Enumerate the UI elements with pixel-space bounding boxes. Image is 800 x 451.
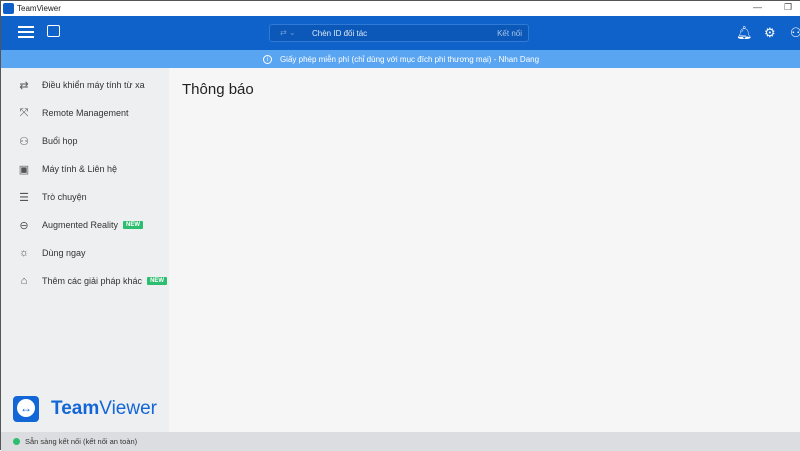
sidebar-item-label: Máy tính & Liên hệ [42, 164, 118, 174]
sidebar-item-label: Remote Management [42, 108, 129, 118]
status-indicator-icon [13, 438, 20, 445]
menu-icon[interactable] [18, 26, 34, 38]
connect-button[interactable]: Kết nối [497, 29, 522, 38]
expand-icon: ⤧ [19, 106, 29, 119]
gear-icon[interactable]: ⚙ [764, 25, 776, 41]
brand-bold: Team [51, 398, 100, 419]
connection-mode-icon[interactable]: ⇄ ⌄ [280, 28, 296, 37]
teamviewer-logo-icon [13, 396, 39, 422]
sidebar: ⇄ Điều khiển máy tính từ xa ⤧ Remote Manag… [1, 68, 169, 432]
sidebar-item-remote-management[interactable]: ⤧ Remote Management [1, 103, 169, 123]
partner-id-placeholder: Chèn ID đối tác [312, 29, 368, 38]
sidebar-item-augmented-reality[interactable]: ⊖ Augmented Reality NEW [1, 215, 169, 235]
new-badge: NEW [123, 221, 144, 229]
page-title: Thông báo [182, 81, 254, 98]
sidebar-item-chat[interactable]: ☰ Trò chuyện [1, 187, 169, 207]
teamviewer-logo: TeamViewer [13, 396, 157, 422]
status-text: Sẵn sàng kết nối (kết nối an toàn) [25, 437, 138, 446]
license-banner: i Giấy phép miễn phí (chỉ dùng với mục đ… [1, 50, 800, 68]
minimize-button[interactable]: — [753, 2, 762, 12]
brand-rest: Viewer [99, 398, 157, 419]
teamviewer-app-icon [3, 3, 14, 14]
license-text: Giấy phép miễn phí (chỉ dùng với mục đíc… [279, 54, 540, 64]
sidebar-item-meeting[interactable]: ⚇ Buổi họp [1, 131, 169, 151]
status-bar: Sẵn sàng kết nối (kết nối an toàn) [1, 432, 800, 451]
chat-icon: ☰ [19, 191, 29, 204]
contact-book-icon: ▣ [18, 163, 30, 176]
lightbulb-icon: ☼ [18, 247, 30, 259]
title-bar: TeamViewer — ❐ [1, 1, 800, 16]
restore-button[interactable]: ❐ [784, 2, 792, 13]
sidebar-item-label: Điều khiển máy tính từ xa [42, 80, 145, 90]
user-icon[interactable]: ⚇ [790, 25, 800, 41]
people-icon: ⚇ [19, 135, 29, 148]
sidebar-item-label: Dùng ngay [42, 248, 86, 258]
info-icon: i [262, 54, 272, 64]
ar-glasses-icon: ⊖ [19, 219, 29, 232]
feedback-icon[interactable] [47, 25, 60, 37]
sidebar-item-try-now[interactable]: ☼ Dùng ngay [1, 243, 169, 263]
top-bar: ⇄ ⌄ Chèn ID đối tác Kết nối 🔔︎ ⚙ ⚇ [1, 16, 800, 50]
sidebar-item-label: Thêm các giải pháp khác [42, 276, 143, 286]
sidebar-item-computers-contacts[interactable]: ▣ Máy tính & Liên hệ [1, 159, 169, 179]
sidebar-item-label: Trò chuyện [42, 192, 87, 202]
sidebar-item-remote-control[interactable]: ⇄ Điều khiển máy tính từ xa [1, 75, 169, 95]
partner-id-input[interactable]: ⇄ ⌄ Chèn ID đối tác Kết nối [269, 24, 529, 42]
sidebar-item-label: Buổi họp [42, 136, 78, 146]
sidebar-item-label: Augmented Reality [42, 220, 119, 230]
new-badge: NEW [147, 277, 168, 285]
main-panel: Thông báo [169, 68, 800, 432]
remote-control-icon: ⇄ [19, 79, 29, 92]
gift-icon: ⌂ [20, 275, 28, 287]
window-title: TeamViewer [17, 4, 61, 13]
sidebar-item-more-solutions[interactable]: ⌂ Thêm các giải pháp khác NEW [1, 271, 169, 291]
bell-icon[interactable]: 🔔︎ [736, 25, 753, 41]
